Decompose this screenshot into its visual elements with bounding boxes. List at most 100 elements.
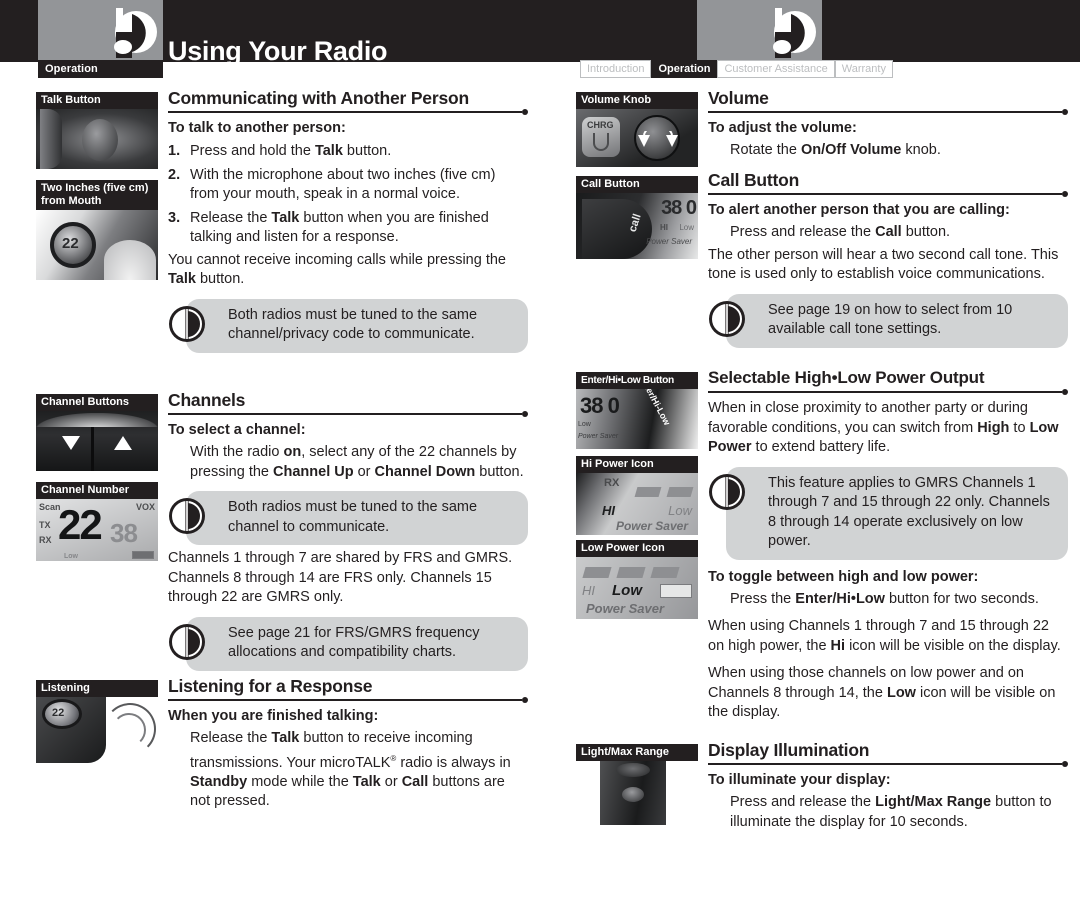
figure-talk-button: Talk Button [36, 92, 158, 169]
figure-channel-number: Channel Number Scan VOX TX RX 22 38 Low [36, 482, 158, 561]
figure-low-power-icon: Low Power Icon HI Low Power Saver [576, 540, 698, 619]
heading-rule [708, 389, 1068, 396]
figure-caption: Hi Power Icon [576, 456, 698, 473]
lcd-power-saver-small: Power Saver [578, 433, 619, 440]
page-footer: 4 English Nothing Comes Close to a Cobra… [0, 855, 1080, 895]
figure-caption: Light/Max Range [576, 744, 698, 761]
step-2: 2. With the microphone about two inches (… [168, 166, 528, 205]
section-call-button: Call Button To alert another person that… [708, 170, 1068, 352]
heading-rule [708, 191, 1068, 198]
lcd-low: Low [612, 582, 642, 599]
figure-light-max-range: Light/Max Range [576, 744, 698, 825]
subheading: To illuminate your display: [708, 772, 891, 788]
figure-caption: Channel Buttons [36, 394, 158, 411]
figure-caption: Two Inches (five cm) from Mouth [36, 180, 158, 210]
figure-caption: Call Button [576, 176, 698, 193]
figure-image [36, 109, 158, 169]
figure-image: Scan VOX TX RX 22 38 Low [36, 499, 158, 561]
step-number: 2. [168, 166, 181, 183]
section-heading: Display Illumination [708, 740, 870, 760]
section-power-output: Selectable High•Low Power Output When in… [708, 368, 1068, 723]
figure-two-inches-from-mouth: Two Inches (five cm) from Mouth 22 [36, 180, 158, 280]
step-text-bold: Talk [271, 209, 300, 226]
subheading: To select a channel: [168, 422, 306, 438]
subheading: To alert another person that you are cal… [708, 202, 1010, 218]
lcd-vox-label: VOX [135, 502, 155, 512]
figure-caption: Channel Number [36, 482, 158, 499]
step-number: 1. [168, 143, 181, 159]
step-text-pre: Press and hold the [190, 143, 315, 159]
lcd-hi: HI [602, 503, 615, 518]
section-heading: Selectable High•Low Power Output [708, 368, 985, 387]
figure-image: call 38 0 HI Low Power Saver [576, 193, 698, 259]
call-paragraph: Press and release the Call button. [730, 224, 951, 240]
info-power-icon [709, 300, 745, 337]
subheading: To talk to another person: [168, 120, 346, 136]
heading-rule [708, 761, 1068, 768]
tab-operation[interactable]: Operation [651, 60, 718, 78]
steps-list: 1. Press and hold the Talk button. 2. With… [168, 142, 528, 248]
header-gray-block-right [697, 0, 822, 62]
page-title: Using Your Radio [168, 36, 388, 66]
power-hi-paragraph: When using Channels 1 through 7 and 15 t… [708, 618, 1061, 654]
info-power-icon [169, 498, 205, 534]
radio-logo-icon [114, 8, 157, 58]
callout-same-channel: Both radios must be tuned to the same ch… [168, 491, 528, 545]
tab-customer-assistance[interactable]: Customer Assistance [717, 60, 835, 78]
figure-volume-knob: Volume Knob CHRG [576, 92, 698, 167]
chrg-label: CHRG [587, 120, 614, 130]
info-power-icon [709, 473, 745, 510]
figure-caption: Enter/Hi•Low Button [576, 372, 698, 389]
callout-see-page-19: See page 19 on how to select from 10 ava… [708, 293, 1068, 348]
figure-call-button: Call Button call 38 0 HI Low Power Saver [576, 176, 698, 259]
figure-caption: Volume Knob [576, 92, 698, 109]
info-power-icon [169, 623, 205, 660]
figure-listening: Listening 22 [36, 680, 158, 763]
power-paragraph-1: When in close proximity to another party… [708, 400, 1059, 455]
tab-warranty[interactable]: Warranty [834, 60, 893, 78]
lcd-power-saver: Power Saver [586, 601, 665, 616]
power-low-paragraph: When using those channels on low power a… [708, 665, 1056, 720]
section-channels: Channels To select a channel: With the r… [168, 390, 528, 675]
section-heading: Communicating with Another Person [168, 88, 469, 108]
step-text-bold: Talk [314, 143, 343, 159]
heading-rule [708, 109, 1068, 116]
subheading: To toggle between high and low power: [708, 568, 979, 585]
step-text-post: button. [342, 143, 392, 159]
illumination-paragraph: Press and release the Light/Max Range bu… [730, 794, 1052, 830]
call-tone-paragraph: The other person will hear a two second … [708, 246, 1059, 283]
info-power-icon [169, 305, 205, 342]
lcd-tx-label: TX [39, 520, 51, 530]
callout-see-page-21: See page 21 for FRS/GMRS frequency alloc… [168, 616, 528, 671]
heading-rule [168, 109, 528, 116]
lcd-channel-listening: 22 [52, 707, 65, 719]
section-volume: Volume To adjust the volume: Rotate the … [708, 88, 1068, 161]
lcd-power-saver: Power Saver [615, 519, 688, 533]
figure-image: CHRG [576, 109, 698, 167]
figure-caption: Low Power Icon [576, 540, 698, 557]
figure-image: 22 [36, 210, 158, 280]
callout-text: See page 19 on how to select from 10 ava… [726, 293, 1068, 348]
section-heading: Volume [708, 88, 769, 108]
lcd-low: Low [668, 503, 692, 518]
step-3: 3. Release the Talk button when you are f… [168, 209, 528, 248]
lcd-code-display: 38 0 [661, 197, 697, 219]
figure-image: 22 [36, 697, 158, 763]
lcd-power-saver: Power Saver [646, 237, 692, 246]
power-toggle-paragraph: Press the Enter/Hi•Low button for two se… [730, 590, 1039, 607]
nav-tabstrip[interactable]: Introduction Operation Customer Assistan… [580, 60, 893, 78]
lcd-channel-ghost: 38 [110, 518, 138, 548]
lcd-channel-main: 22 [58, 501, 103, 548]
step-number: 3. [168, 209, 181, 226]
lcd-hi: HI [660, 223, 668, 232]
figure-image: RX HI Low Power Saver [576, 473, 698, 535]
lcd-code-display: 38 0 [580, 393, 620, 418]
tab-introduction[interactable]: Introduction [580, 60, 652, 78]
lcd-low-small: Low [578, 421, 591, 428]
callout-channel-privacy: Both radios must be tuned to the same ch… [168, 298, 528, 353]
figure-hi-power-icon: Hi Power Icon RX HI Low Power Saver [576, 456, 698, 535]
section-tab-left[interactable]: Operation [38, 60, 163, 78]
heading-rule [168, 411, 528, 418]
lcd-rx: RX [604, 477, 620, 489]
lcd-hi: HI [582, 583, 595, 598]
